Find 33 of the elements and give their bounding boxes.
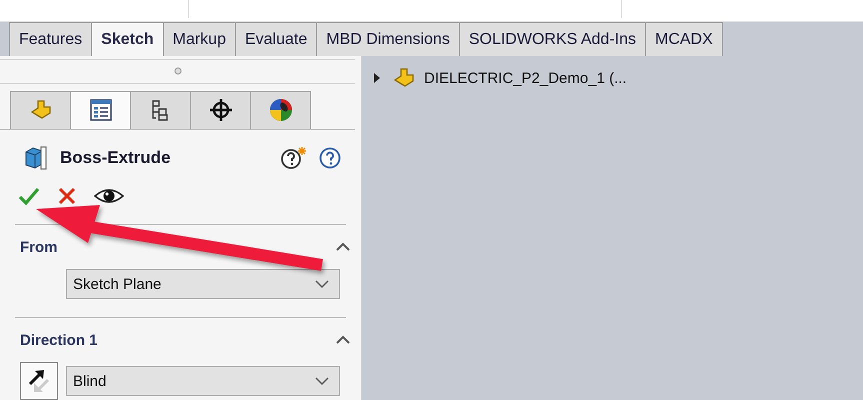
ribbon-tab[interactable]: Markup <box>162 22 236 56</box>
dropdown[interactable]: Blind <box>66 366 340 396</box>
caret-icon <box>315 377 329 385</box>
ok-button[interactable] <box>18 186 40 206</box>
reverse-arrows-icon <box>26 368 52 394</box>
ribbon-tab[interactable]: MBD Dimensions <box>316 22 460 56</box>
preview-button[interactable] <box>94 186 124 205</box>
section-title: From <box>20 238 58 256</box>
ribbon-tab[interactable]: Sketch <box>91 22 164 57</box>
section-title: Direction 1 <box>20 332 99 348</box>
expand-button[interactable] <box>372 73 382 83</box>
list-icon <box>88 98 112 122</box>
ribbon-tab[interactable]: Evaluate <box>234 22 318 56</box>
tree-item[interactable]: DIELECTRIC_P2_Demo_1 (... <box>424 70 627 86</box>
ribbon-tab[interactable]: MCADX <box>645 22 723 56</box>
cancel-button[interactable] <box>58 186 76 205</box>
help-icon <box>319 146 341 169</box>
view-tab[interactable] <box>250 90 311 128</box>
collapse-button[interactable] <box>335 335 351 345</box>
dropdown[interactable]: Sketch Plane <box>66 269 340 299</box>
grip-icon <box>174 67 182 76</box>
ribbon-tab[interactable]: SOLIDWORKS Add-Ins <box>458 22 646 56</box>
feature-title: Boss-Extrude <box>60 148 172 168</box>
crosshair-icon <box>208 98 232 122</box>
help-star-icon <box>281 146 307 170</box>
view-tab[interactable] <box>70 90 131 128</box>
color-wheel-icon <box>268 98 292 122</box>
caret-icon <box>315 280 329 288</box>
reverse-direction-button[interactable] <box>20 362 58 400</box>
view-tab[interactable] <box>190 90 251 128</box>
collapse-button[interactable] <box>335 242 351 252</box>
view-tab[interactable] <box>130 90 191 128</box>
ribbon-tab[interactable]: Features <box>9 22 92 56</box>
